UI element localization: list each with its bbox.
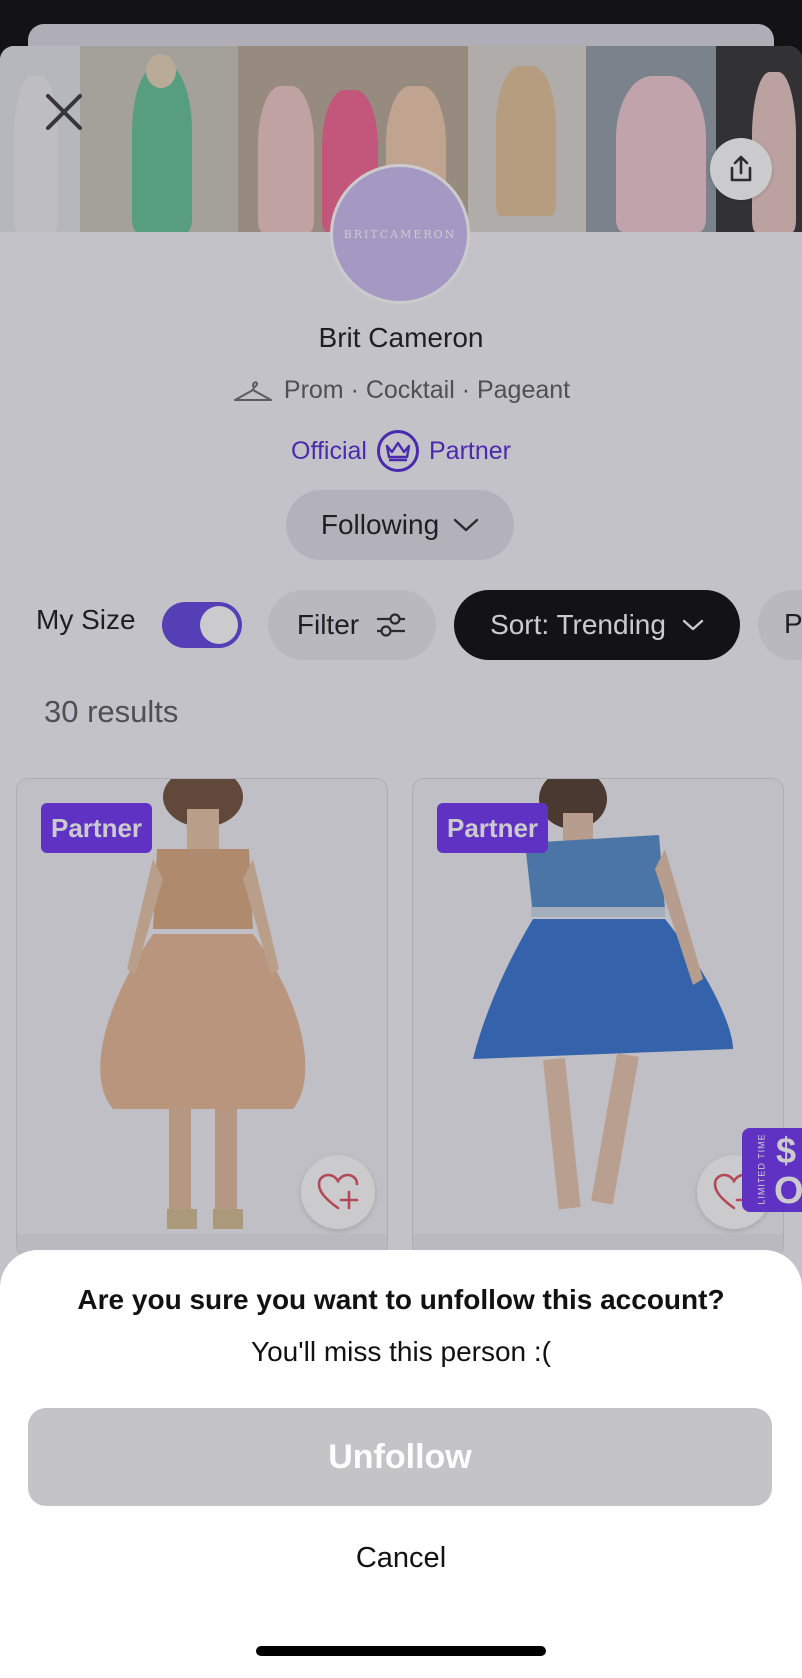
dialog-subtitle: You'll miss this person :(: [251, 1336, 551, 1367]
unfollow-button[interactable]: Unfollow: [28, 1408, 772, 1506]
home-indicator: [256, 1646, 546, 1656]
dialog-title: Are you sure you want to unfollow this a…: [77, 1284, 725, 1315]
unfollow-confirm-sheet: Are you sure you want to unfollow this a…: [0, 1250, 802, 1678]
cancel-button[interactable]: Cancel: [300, 1542, 502, 1592]
